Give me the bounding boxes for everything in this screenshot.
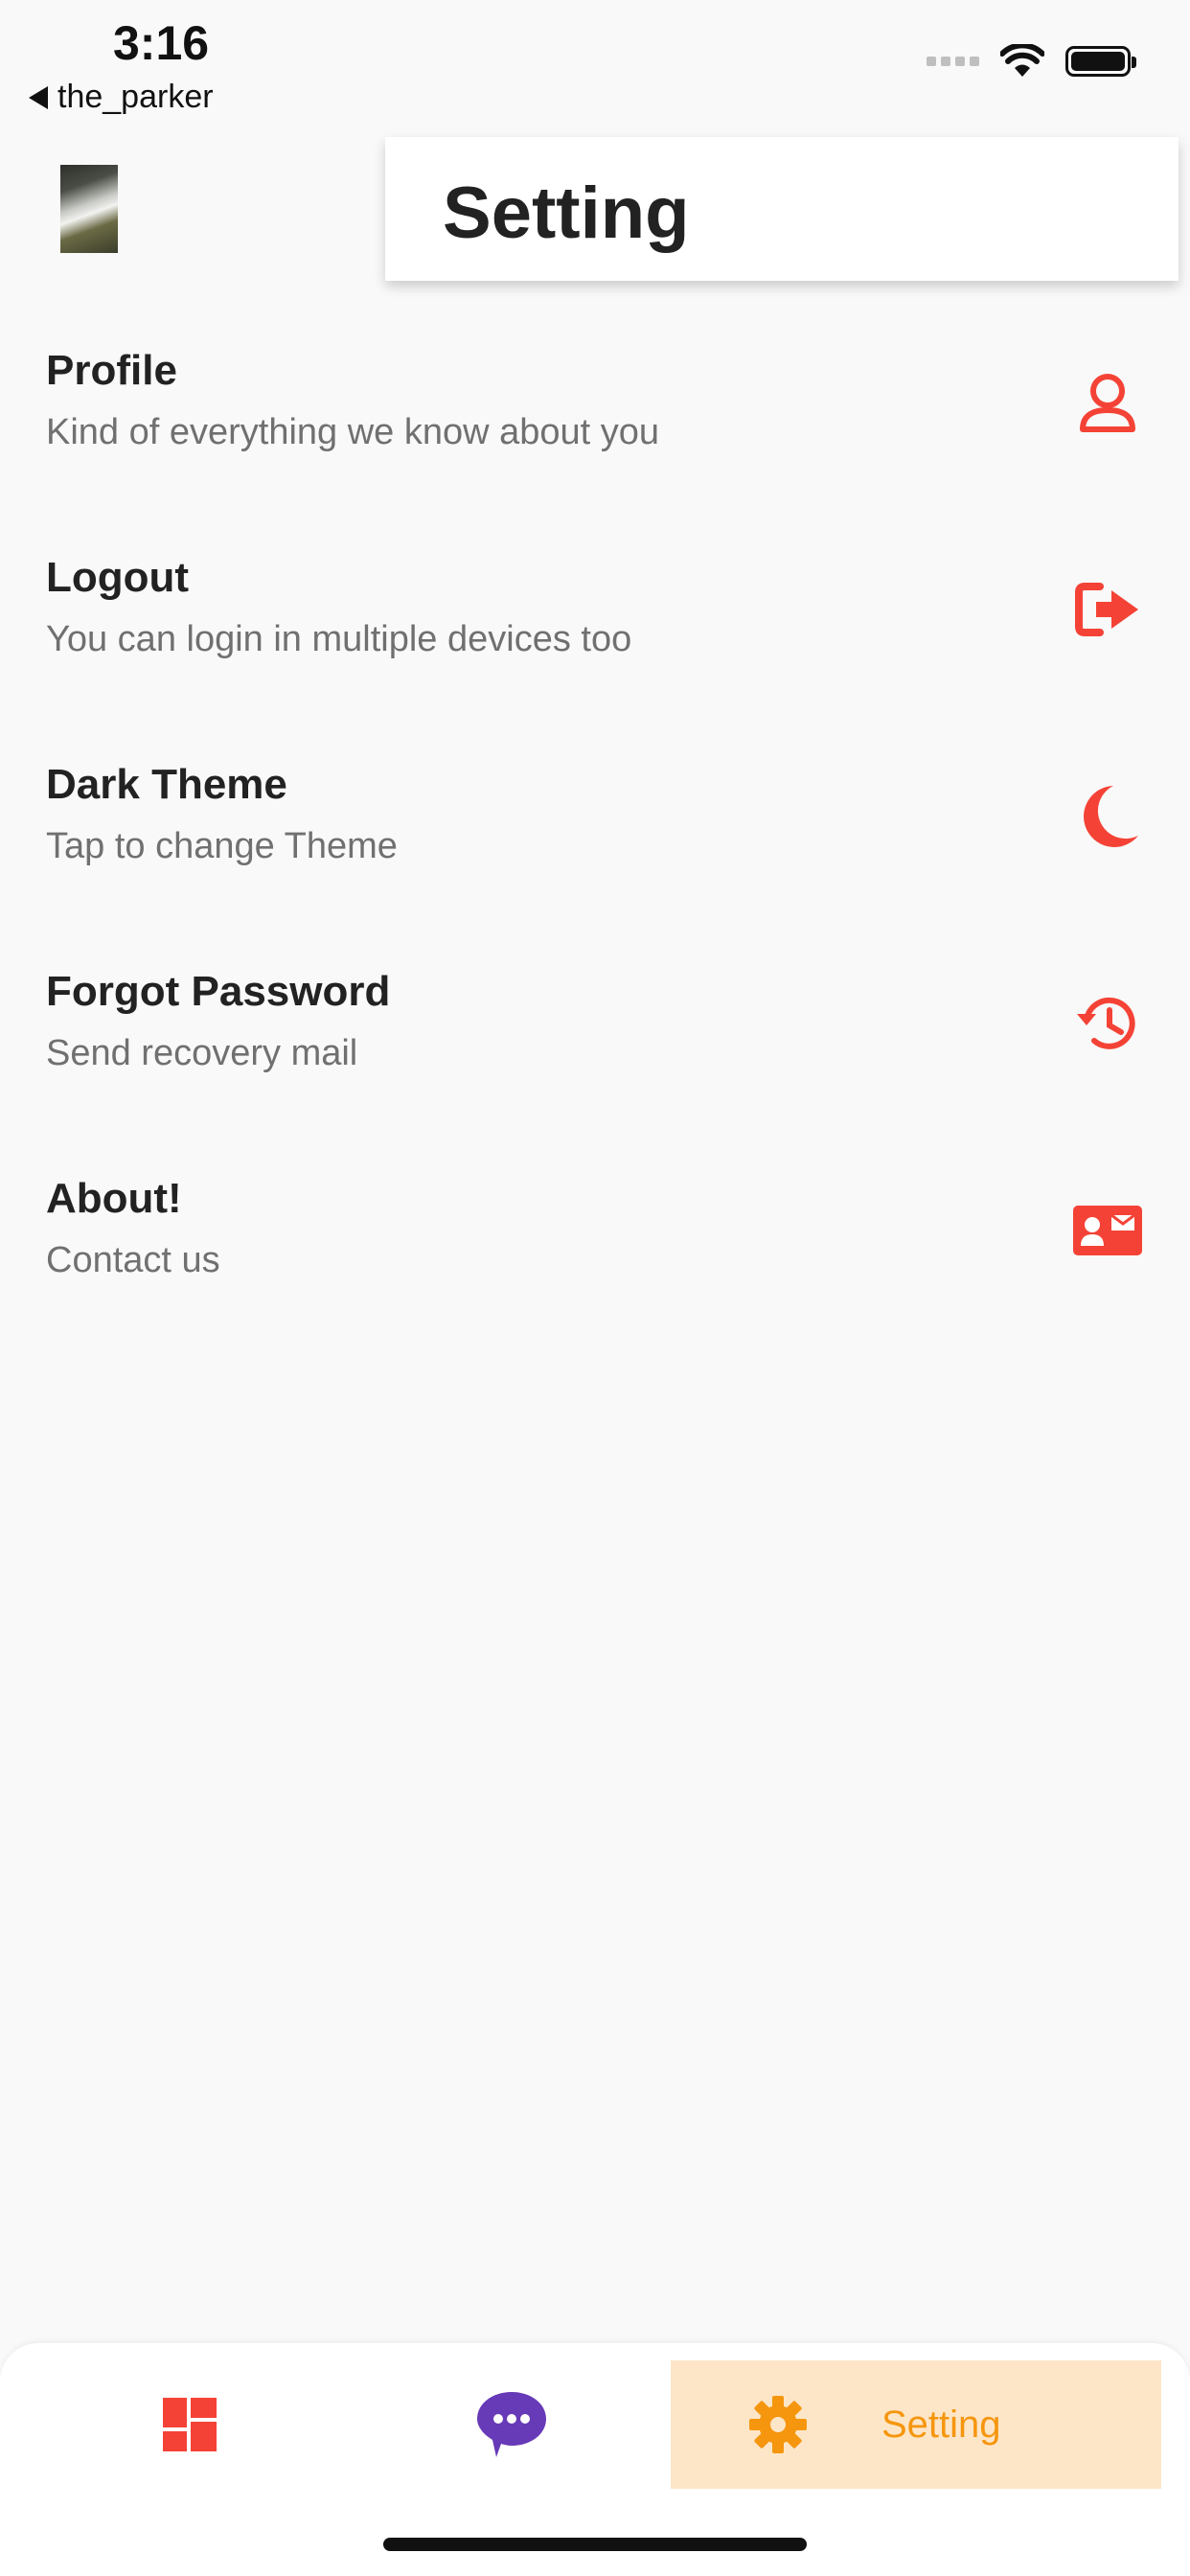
dashboard-icon (163, 2398, 217, 2451)
nav-chat[interactable] (435, 2360, 588, 2489)
settings-list: Profile Kind of everything we know about… (0, 326, 1190, 1361)
gear-icon (749, 2396, 807, 2453)
status-time: 3:16 (113, 16, 210, 70)
back-to-app-button[interactable]: the_parker (29, 79, 214, 116)
logout-icon (1075, 583, 1138, 636)
setting-subtitle: Contact us (46, 1240, 220, 1280)
setting-label: Forgot Password (46, 968, 391, 1015)
setting-label: Dark Theme (46, 761, 287, 808)
moon-icon (1084, 786, 1138, 847)
back-arrow-icon (29, 85, 48, 109)
setting-subtitle: You can login in multiple devices too (46, 619, 632, 659)
back-app-label: the_parker (57, 79, 214, 115)
nav-setting[interactable]: Setting (671, 2360, 1161, 2489)
setting-label: About! (46, 1175, 182, 1222)
setting-label: Logout (46, 554, 190, 601)
setting-item-forgot-password[interactable]: Forgot Password Send recovery mail (0, 947, 1190, 1154)
setting-subtitle: Tap to change Theme (46, 826, 398, 866)
wifi-icon (1000, 44, 1044, 77)
chat-bubble-icon (477, 2392, 546, 2457)
user-icon (1080, 374, 1135, 432)
setting-label: Profile (46, 347, 177, 394)
setting-item-logout[interactable]: Logout You can login in multiple devices… (0, 533, 1190, 740)
cellular-signal-icon (927, 57, 979, 66)
setting-item-dark-theme[interactable]: Dark Theme Tap to change Theme (0, 740, 1190, 947)
battery-icon (1065, 46, 1136, 77)
status-indicators (927, 44, 1136, 79)
nav-setting-label: Setting (881, 2403, 1001, 2446)
page-title: Setting (443, 172, 690, 254)
setting-item-about[interactable]: About! Contact us (0, 1154, 1190, 1361)
setting-item-profile[interactable]: Profile Kind of everything we know about… (0, 326, 1190, 533)
history-icon (1077, 997, 1135, 1049)
setting-subtitle: Kind of everything we know about you (46, 412, 660, 452)
page-header: Setting (385, 137, 1179, 281)
avatar[interactable] (60, 165, 118, 253)
contact-card-icon (1073, 1206, 1142, 1255)
setting-subtitle: Send recovery mail (46, 1033, 358, 1073)
nav-dashboard[interactable] (113, 2360, 266, 2489)
home-indicator[interactable] (383, 2538, 807, 2551)
